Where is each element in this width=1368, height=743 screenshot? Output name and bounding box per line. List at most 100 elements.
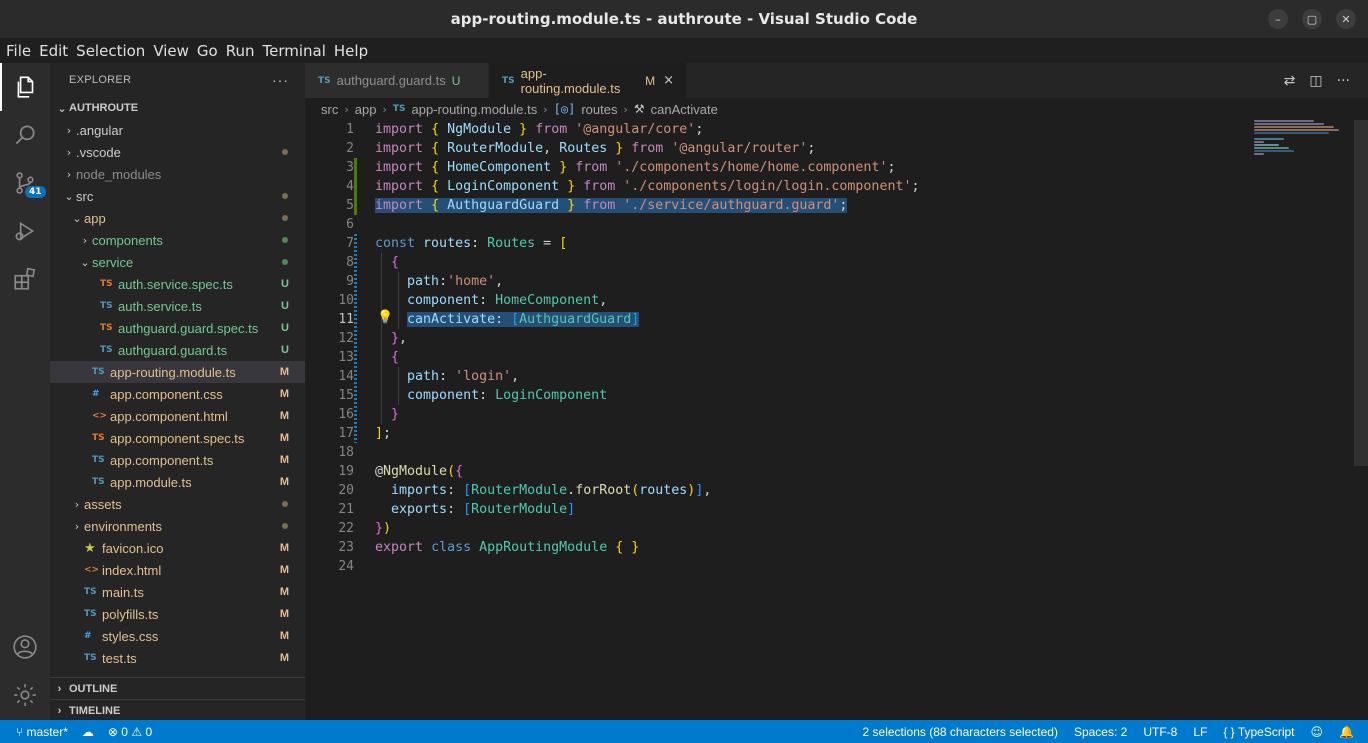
typescript-file-icon: TS <box>100 301 113 311</box>
gear-icon[interactable] <box>0 671 50 719</box>
account-icon[interactable] <box>0 623 50 671</box>
split-editor-icon[interactable]: ◫ <box>1309 73 1322 89</box>
tree-item[interactable]: › node_modules <box>50 163 305 185</box>
indentation-status[interactable]: Spaces: 2 <box>1074 725 1127 739</box>
code-token: } <box>391 331 400 346</box>
menu-help[interactable]: Help <box>330 42 372 60</box>
breadcrumb-app[interactable]: app <box>355 102 377 117</box>
breadcrumb-routes[interactable]: routes <box>581 102 617 117</box>
menu-view[interactable]: View <box>149 42 193 60</box>
breadcrumb-src[interactable]: src <box>321 102 338 117</box>
tree-item[interactable]: TS auth.service.ts U <box>50 295 305 317</box>
code-token: RouterModule <box>471 483 568 498</box>
tree-item[interactable]: TS test.ts M <box>50 647 305 669</box>
language-mode[interactable]: { } TypeScript <box>1223 725 1294 739</box>
timeline-section[interactable]: › TIMELINE <box>50 699 305 721</box>
workspace-root[interactable]: ⌄ AUTHROUTE <box>50 97 305 119</box>
vertical-scrollbar[interactable] <box>1354 120 1368 466</box>
tree-item[interactable]: ⌄ service <box>50 251 305 273</box>
close-tab-icon[interactable]: × <box>663 73 674 88</box>
tree-item[interactable]: ⌄ app <box>50 207 305 229</box>
css-file-icon: # <box>92 389 100 399</box>
breadcrumb-file[interactable]: app-routing.module.ts <box>411 102 537 117</box>
selection-status[interactable]: 2 selections (88 characters selected) <box>863 725 1058 739</box>
explorer-icon[interactable] <box>0 63 50 111</box>
menu-terminal[interactable]: Terminal <box>259 42 330 60</box>
code-token: import <box>375 160 424 175</box>
tree-item[interactable]: <> app.component.html M <box>50 405 305 427</box>
tree-item[interactable]: TS app.module.ts M <box>50 471 305 493</box>
code-token: ; <box>807 141 816 156</box>
tab-authguard-guard[interactable]: TS authguard.guard.ts U <box>305 63 489 98</box>
tree-item[interactable]: › environments <box>50 515 305 537</box>
tree-item[interactable]: # app.component.css M <box>50 383 305 405</box>
tree-item-label: environments <box>84 518 163 534</box>
run-debug-icon[interactable] <box>0 207 50 255</box>
menu-run[interactable]: Run <box>222 42 259 60</box>
code-line: path:'home', <box>375 272 919 291</box>
tree-item[interactable]: TS main.ts M <box>50 581 305 603</box>
encoding-status[interactable]: UTF-8 <box>1143 725 1177 739</box>
breadcrumb: src › app › TS app-routing.module.ts › [… <box>305 98 1368 120</box>
menu-edit[interactable]: Edit <box>35 42 72 60</box>
code-editor[interactable]: 1 2 3 4 5 6 7 8 9 10 11 12 13 14 15 16 17 18 19 20 21 22 23 24 … <box>305 120 1368 720</box>
tree-item[interactable]: TS app-routing.module.ts M <box>50 361 305 383</box>
tree-item[interactable]: TS app.component.ts M <box>50 449 305 471</box>
tree-item-label: node_modules <box>76 166 162 182</box>
outline-section[interactable]: › OUTLINE <box>50 677 305 699</box>
code-token: , <box>511 369 520 384</box>
open-changes-icon[interactable]: ⇄ <box>1284 73 1296 89</box>
problems-indicator[interactable]: ⊗ 0 ⚠ 0 <box>108 725 152 739</box>
code-token: from <box>631 141 664 156</box>
eol-status[interactable]: LF <box>1193 725 1207 739</box>
close-icon[interactable]: ✕ <box>1336 9 1356 29</box>
tab-status: U <box>451 73 461 88</box>
code-token: ; <box>839 198 848 213</box>
more-actions-icon[interactable]: ··· <box>272 72 289 88</box>
code-token: . <box>567 483 576 498</box>
menu-go[interactable]: Go <box>193 42 222 60</box>
minimize-icon[interactable]: – <box>1268 9 1288 29</box>
extensions-icon[interactable] <box>0 255 50 303</box>
tree-item[interactable]: › assets <box>50 493 305 515</box>
tree-item[interactable]: › .angular <box>50 119 305 141</box>
explorer-title: EXPLORER <box>69 74 132 86</box>
tree-item[interactable]: › .vscode <box>50 141 305 163</box>
branch-indicator[interactable]: ⑂ master* <box>16 725 68 739</box>
tab-app-routing-module[interactable]: TS app-routing.module.ts M × <box>489 63 687 98</box>
tree-item[interactable]: TS polyfills.ts M <box>50 603 305 625</box>
code-line: { <box>375 348 919 367</box>
tree-item-label: app <box>84 210 106 226</box>
breadcrumb-canactivate[interactable]: canActivate <box>651 102 718 117</box>
feedback-icon[interactable]: ☺ <box>1311 725 1324 739</box>
tree-item[interactable]: TS authguard.guard.spec.ts U <box>50 317 305 339</box>
editor-tabs: TS authguard.guard.ts U TS app-routing.m… <box>305 63 1368 98</box>
tree-item[interactable]: TS authguard.guard.ts U <box>50 339 305 361</box>
lightbulb-icon[interactable]: 💡 <box>377 310 393 325</box>
tree-item[interactable]: › components <box>50 229 305 251</box>
tree-item[interactable]: <> index.html M <box>50 559 305 581</box>
menu-selection[interactable]: Selection <box>72 42 149 60</box>
chevron-right-icon: › <box>66 145 72 159</box>
more-actions-icon[interactable]: ··· <box>1337 73 1350 89</box>
tree-item[interactable]: TS auth.service.spec.ts U <box>50 273 305 295</box>
minimap[interactable] <box>1254 120 1354 180</box>
tree-item[interactable]: ⌄ src <box>50 185 305 207</box>
search-icon[interactable] <box>0 111 50 159</box>
sync-icon[interactable]: ☁ <box>82 725 94 739</box>
code-token: canActivate <box>407 312 496 327</box>
tree-item[interactable]: ★ favicon.ico M <box>50 537 305 559</box>
code-content[interactable]: import { NgModule } from '@angular/core'… <box>375 120 919 576</box>
maximize-icon[interactable]: ▢ <box>1302 9 1322 29</box>
source-control-icon[interactable]: 41 <box>0 159 50 207</box>
notifications-icon[interactable]: 🔔 <box>1339 725 1354 739</box>
code-token: RouterModule <box>471 502 568 517</box>
menu-file[interactable]: File <box>2 42 35 60</box>
line-number: 2 <box>346 141 354 156</box>
tree-item[interactable]: # styles.css M <box>50 625 305 647</box>
code-token: const <box>375 236 416 251</box>
tree-item[interactable]: TS app.component.spec.ts M <box>50 427 305 449</box>
code-token: './components/login/login.component' <box>623 179 912 194</box>
